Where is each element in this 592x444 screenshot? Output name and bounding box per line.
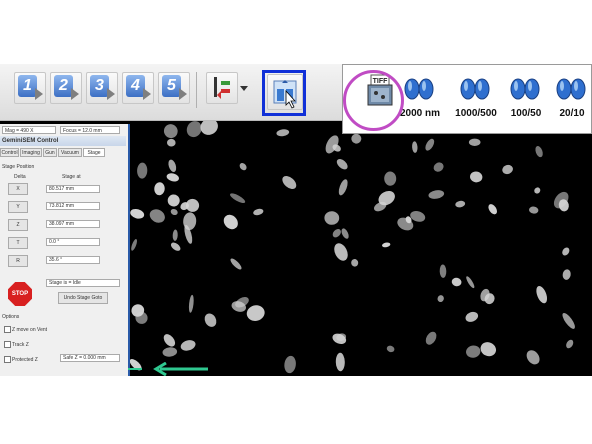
- stage-at-col-label: Stage at: [62, 174, 81, 180]
- axis-y-value: 73.812 mm: [46, 202, 100, 210]
- screenshot-region: 1 2 3 4 5 TIFF 2000 nm 1000/500 100/50 2…: [0, 64, 592, 376]
- binoculars-icon: [556, 78, 586, 100]
- stage-adjust-icon: [214, 77, 230, 99]
- highlight-circle: [343, 70, 404, 131]
- gemini-sem-control-panel: Mag = 490 X Focus = 12.0 mm GeminiSEM Co…: [0, 124, 130, 376]
- stage-position-label: Stage Position: [2, 164, 35, 170]
- tab-gun[interactable]: Gun: [43, 148, 57, 157]
- axis-r-button[interactable]: R: [8, 255, 28, 267]
- sem-particle: [468, 138, 481, 146]
- tab-imaging[interactable]: Imaging: [20, 148, 42, 157]
- safe-z-field: Safe Z = 0.000 mm: [60, 354, 120, 362]
- tab-vacuum[interactable]: Vacuum: [58, 148, 82, 157]
- focus-readout: Focus = 12.0 mm: [60, 126, 120, 134]
- delta-col-label: Delta: [14, 174, 26, 180]
- green-arrow-annotation: [153, 362, 208, 376]
- stage-status: Stage is = Idle: [46, 279, 120, 287]
- main-toolbar: 1 2 3 4 5: [0, 64, 342, 121]
- mag-20-10-button[interactable]: 20/10: [547, 75, 592, 119]
- axis-r-value: 35.6 °: [46, 256, 100, 264]
- mag-1000-500-label: 1000/500: [455, 108, 497, 119]
- track-z-checkbox[interactable]: [4, 341, 11, 348]
- options-label: Options: [2, 314, 20, 320]
- mag-readout: Mag = 490 X: [2, 126, 56, 134]
- binoculars-icon: [460, 78, 490, 100]
- preset-1-button[interactable]: 1: [14, 72, 46, 104]
- mag-100-50-button[interactable]: 100/50: [501, 75, 551, 119]
- stage-adjust-button[interactable]: [206, 72, 238, 104]
- axis-t-value: 0.0 °: [46, 238, 100, 246]
- preset-4-button[interactable]: 4: [122, 72, 154, 104]
- binoculars-icon: [510, 78, 540, 100]
- stop-button[interactable]: STOP: [8, 282, 32, 306]
- axis-x-value: 80.517 mm: [46, 185, 100, 193]
- z-move-label: Z move on Vent: [12, 327, 48, 333]
- protected-z-checkbox[interactable]: [4, 356, 11, 363]
- axis-z-button[interactable]: Z: [8, 219, 28, 231]
- mag-100-50-label: 100/50: [510, 108, 542, 119]
- dropdown-arrow-icon[interactable]: [240, 86, 248, 92]
- preset-3-button[interactable]: 3: [86, 72, 118, 104]
- protected-z-label: Protected Z: [12, 357, 38, 363]
- green-line-marker: [128, 368, 142, 370]
- highlight-box: [262, 70, 306, 116]
- axis-z-value: 38.097 mm: [46, 220, 100, 228]
- mag-1000-500-button[interactable]: 1000/500: [451, 75, 501, 119]
- axis-y-button[interactable]: Y: [8, 201, 28, 213]
- axis-t-button[interactable]: T: [8, 237, 28, 249]
- undo-stage-goto-button[interactable]: Undo Stage Goto: [58, 292, 108, 304]
- mag-20-10-label: 20/10: [559, 108, 585, 119]
- preset-5-button[interactable]: 5: [158, 72, 190, 104]
- axis-x-button[interactable]: X: [8, 183, 28, 195]
- tab-control[interactable]: Control: [0, 148, 19, 157]
- panel-title: GeminiSEM Control: [0, 136, 126, 146]
- binoculars-icon: [404, 78, 434, 100]
- tab-stage[interactable]: Stage: [83, 148, 105, 157]
- preset-2-button[interactable]: 2: [50, 72, 82, 104]
- sem-image: [128, 120, 592, 376]
- z-move-checkbox[interactable]: [4, 326, 11, 333]
- track-z-label: Track Z: [12, 342, 29, 348]
